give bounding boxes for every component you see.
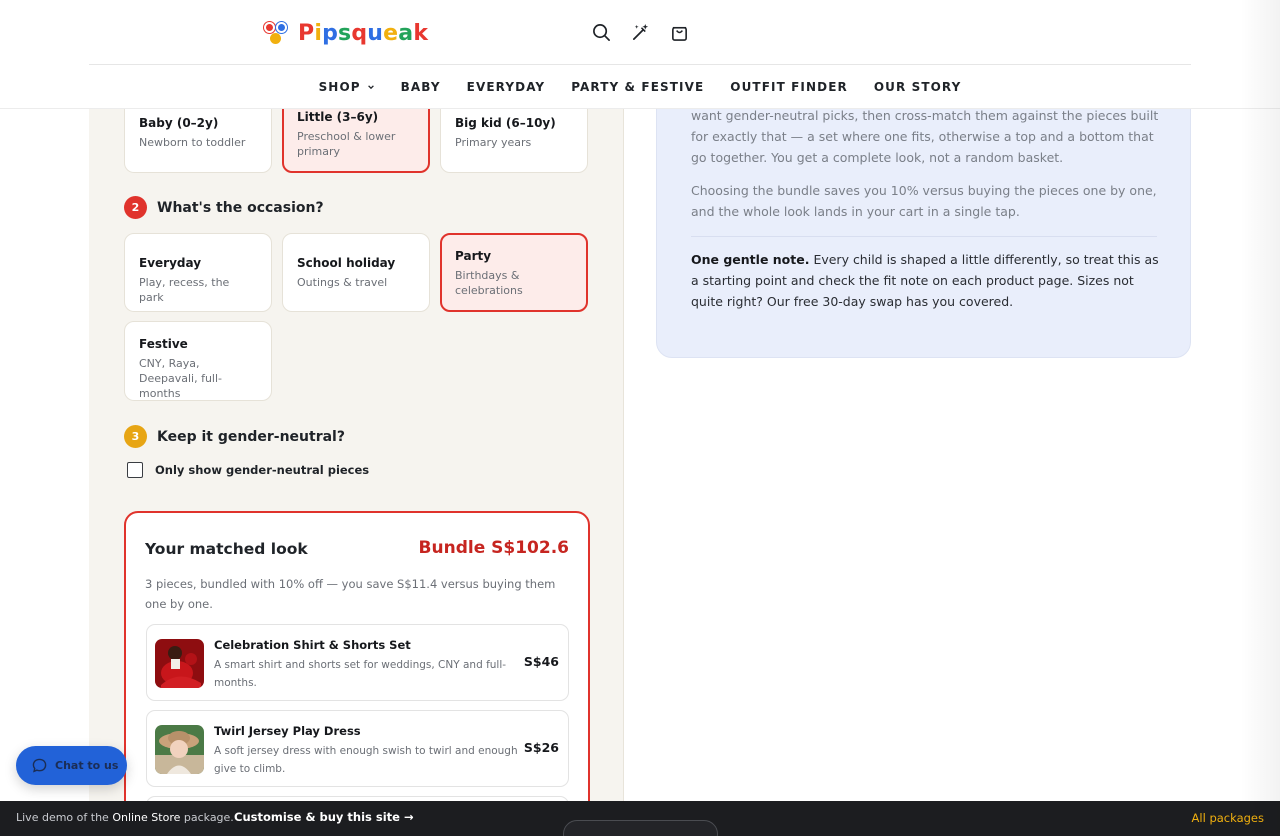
occasion-card-party[interactable]: Party Birthdays & celebrations: [440, 233, 588, 312]
product-desc: A soft jersey dress with enough swish to…: [214, 745, 518, 775]
card-title: Baby (0–2y): [139, 116, 219, 130]
card-title: Everyday: [139, 256, 202, 270]
card-desc: Outings & travel: [297, 276, 388, 289]
brand-letter: a: [398, 20, 414, 46]
divider: [691, 236, 1157, 237]
brand-letter: i: [314, 20, 323, 46]
magic-wand-icon[interactable]: [628, 20, 652, 44]
customise-buy-link[interactable]: Customise & buy this site →: [234, 810, 414, 824]
product-item[interactable]: Celebration Shirt & Shorts Set A smart s…: [146, 624, 569, 701]
matched-look-title: Your matched look: [145, 540, 308, 558]
scroll-edge-shadow: [1240, 0, 1280, 836]
product-thumbnail: [155, 639, 204, 688]
brand-name: Pipsqueak: [298, 21, 428, 46]
demo-bar: Live demo of the Online Store package. C…: [0, 801, 1280, 836]
step-number: 2: [124, 196, 147, 219]
nav-item-shop[interactable]: SHOP: [319, 78, 375, 96]
matched-look-card: Your matched look Bundle S$102.6 3 piece…: [124, 511, 590, 836]
card-title: Little (3–6y): [297, 110, 379, 124]
card-desc: Play, recess, the park: [139, 276, 230, 304]
nav-item-everyday[interactable]: EVERYDAY: [467, 78, 546, 96]
card-desc: CNY, Raya, Deepavali, full-months: [139, 357, 223, 400]
chat-label: Chat to us: [55, 759, 119, 772]
chevron-down-icon: [367, 85, 374, 90]
card-title: Festive: [139, 337, 188, 351]
occasion-card-school-holiday[interactable]: School holiday Outings & travel: [282, 233, 430, 312]
brand-logo[interactable]: Pipsqueak: [264, 19, 428, 47]
card-desc: Preschool & lower primary: [297, 130, 396, 158]
product-thumbnail: [155, 725, 204, 774]
nav-item-outfit-finder[interactable]: OUTFIT FINDER: [730, 78, 848, 96]
brand-letter: e: [383, 20, 399, 46]
occasion-card-everyday[interactable]: Everyday Play, recess, the park: [124, 233, 272, 312]
site-header: Pipsqueak SHOP BABY EVERYDAY PARTY & FES…: [0, 0, 1280, 109]
card-title: Party: [455, 249, 492, 263]
brand-letter: q: [351, 20, 368, 46]
all-packages-link[interactable]: All packages: [1192, 811, 1264, 825]
nav-item-label: SHOP: [318, 80, 361, 94]
step-2-heading: 2 What's the occasion?: [124, 196, 324, 219]
info-note-bold: One gentle note.: [691, 252, 810, 267]
gender-neutral-checkbox[interactable]: [127, 462, 143, 478]
header-divider: [89, 64, 1191, 65]
demo-suffix: package.: [180, 811, 234, 824]
brand-letter: u: [367, 20, 384, 46]
step-3-heading: 3 Keep it gender-neutral?: [124, 425, 345, 448]
chat-button[interactable]: Chat to us: [16, 746, 127, 785]
nav-item-party-festive[interactable]: PARTY & FESTIVE: [571, 78, 704, 96]
logo-mark-icon: [264, 20, 290, 46]
gender-neutral-label: Only show gender-neutral pieces: [155, 463, 370, 477]
brand-letter: p: [322, 20, 339, 46]
step-title: What's the occasion?: [157, 199, 324, 216]
product-price: S$26: [523, 740, 559, 755]
bundle-price: Bundle S$102.6: [418, 538, 569, 558]
info-paragraph-2: Choosing the bundle saves you 10% versus…: [691, 183, 1157, 219]
matched-look-subtitle: 3 pieces, bundled with 10% off — you sav…: [145, 577, 556, 611]
search-icon[interactable]: [589, 20, 613, 44]
card-desc: Primary years: [455, 136, 532, 149]
product-price: S$46: [523, 654, 559, 669]
page: Baby (0–2y) Newborn to toddler Little (3…: [0, 0, 1280, 836]
card-desc: Newborn to toddler: [139, 136, 246, 149]
product-desc: A smart shirt and shorts set for wedding…: [214, 659, 507, 689]
brand-letter: s: [338, 20, 352, 46]
shopping-bag-icon[interactable]: [667, 20, 691, 44]
gender-neutral-toggle[interactable]: Only show gender-neutral pieces: [127, 462, 369, 478]
dock-tray: [563, 820, 718, 836]
brand-letter: P: [298, 20, 315, 46]
demo-bar-text: Live demo of the Online Store package.: [16, 811, 234, 824]
info-paragraph-1: want gender-neutral picks, then cross-ma…: [691, 108, 1159, 165]
card-desc: Birthdays & celebrations: [455, 269, 523, 297]
card-title: School holiday: [297, 256, 396, 270]
info-panel: want gender-neutral picks, then cross-ma…: [656, 86, 1191, 358]
product-name: Twirl Jersey Play Dress: [214, 724, 361, 738]
demo-package: Online Store: [112, 811, 181, 824]
chat-bubble-icon: [32, 758, 47, 773]
product-name: Celebration Shirt & Shorts Set: [214, 638, 411, 652]
occasion-card-festive[interactable]: Festive CNY, Raya, Deepavali, full-month…: [124, 321, 272, 401]
brand-letter: k: [413, 20, 429, 46]
card-title: Big kid (6–10y): [455, 116, 556, 130]
step-title: Keep it gender-neutral?: [157, 428, 345, 445]
step-number: 3: [124, 425, 147, 448]
nav-item-our-story[interactable]: OUR STORY: [874, 78, 962, 96]
nav-item-baby[interactable]: BABY: [401, 78, 441, 96]
product-item[interactable]: Twirl Jersey Play Dress A soft jersey dr…: [146, 710, 569, 787]
info-note: One gentle note. Every child is shaped a…: [691, 249, 1161, 312]
demo-prefix: Live demo of the: [16, 811, 113, 824]
main-nav: SHOP BABY EVERYDAY PARTY & FESTIVE OUTFI…: [0, 78, 1280, 96]
